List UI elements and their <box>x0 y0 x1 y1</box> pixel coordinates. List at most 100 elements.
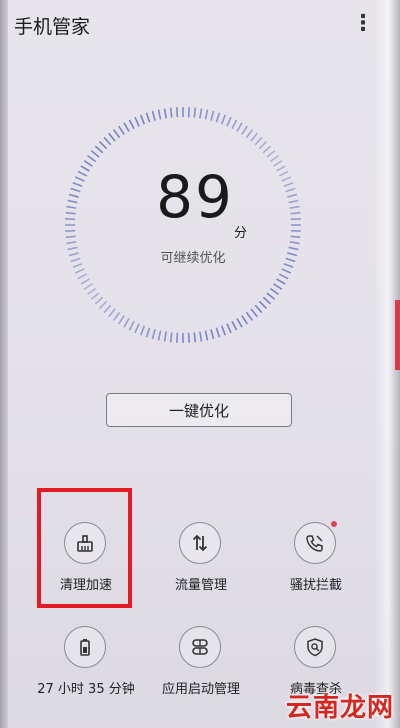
dial-tick <box>139 114 146 125</box>
dial-tick <box>241 315 248 325</box>
more-options-icon[interactable]: ⋮ <box>352 10 374 38</box>
dial-tick <box>98 300 108 310</box>
dial-tick <box>112 311 121 321</box>
dial-tick <box>258 140 268 150</box>
dial-tick <box>290 211 301 215</box>
dial-tick <box>163 331 167 342</box>
dial-tick <box>245 129 254 139</box>
dial-tick <box>288 199 299 204</box>
dial-tick <box>90 150 100 158</box>
dial-tick <box>80 278 90 285</box>
dial-tick <box>176 332 179 343</box>
dial-tick <box>66 241 77 245</box>
dial-tick <box>281 268 292 274</box>
dial-tick <box>283 262 294 269</box>
dial-tick <box>220 114 227 125</box>
dial-tick <box>108 308 116 318</box>
dial-tick <box>65 211 76 215</box>
dial-tick <box>83 283 93 290</box>
dial-tick <box>87 287 97 296</box>
dial-tick <box>70 187 81 193</box>
data-arrows-icon <box>179 522 221 564</box>
dial-tick <box>112 129 121 139</box>
dial-tick <box>278 273 289 280</box>
dial-tick <box>241 125 248 135</box>
score-caption: 可继续优化 <box>160 251 226 266</box>
tool-data-management[interactable]: 流量管理 <box>146 522 256 612</box>
dial-tick <box>134 323 140 334</box>
dial-tick <box>231 119 238 130</box>
screen-edge-left <box>0 0 8 728</box>
tool-label: 应用启动管理 <box>161 682 240 697</box>
dial-tick <box>204 109 209 120</box>
tool-app-launch-management[interactable]: 应用启动管理 <box>146 626 256 716</box>
dial-tick <box>87 154 97 163</box>
dial-tick <box>283 181 294 188</box>
score-unit: 分 <box>234 226 248 241</box>
dial-tick <box>254 304 263 314</box>
dial-tick <box>123 122 130 132</box>
dial-tick <box>276 278 286 285</box>
dial-tick <box>176 107 179 118</box>
dial-tick <box>169 332 173 343</box>
score-value: 89 <box>156 163 234 231</box>
dial-tick <box>65 229 76 232</box>
dial-tick <box>66 205 77 209</box>
dial-tick <box>215 327 221 338</box>
dial-tick <box>94 145 104 154</box>
app-title: 手机管家 <box>14 16 91 38</box>
dial-tick <box>266 292 276 300</box>
dial-tick <box>262 145 272 154</box>
dial-tick <box>151 329 156 340</box>
tool-harassment-block[interactable]: 骚扰拦截 <box>261 521 371 612</box>
dial-tick <box>80 165 90 172</box>
dial-tick <box>199 331 203 342</box>
dial-tick <box>98 140 108 150</box>
dial-tick <box>245 311 254 321</box>
edge-red-strip <box>395 300 400 370</box>
dial-tick <box>151 110 156 121</box>
dial-tick <box>193 332 197 343</box>
dial-tick <box>118 315 125 325</box>
dial-tick <box>83 160 93 167</box>
dial-tick <box>128 119 135 130</box>
dial-tick <box>231 320 238 331</box>
dial-tick <box>139 325 146 336</box>
dial-tick <box>108 132 116 142</box>
dial-tick <box>276 165 286 172</box>
dial-tick <box>187 107 190 118</box>
dial-tick <box>289 241 300 245</box>
dial-tick <box>269 154 279 163</box>
dial-tick <box>199 108 203 119</box>
dial-tick <box>118 125 125 135</box>
battery-icon <box>64 626 106 668</box>
dial-tick <box>226 116 232 127</box>
dial-tick <box>281 176 292 182</box>
dial-tick <box>74 268 85 274</box>
dial-tick <box>67 246 78 251</box>
tool-battery[interactable]: 27 小时 35 分钟 <box>31 626 141 716</box>
dial-tick <box>77 273 88 280</box>
dial-tick <box>145 112 151 123</box>
one-key-optimize-button[interactable]: 一键优化 <box>106 393 292 427</box>
phone-block-icon <box>294 522 336 564</box>
dial-tick <box>285 257 296 263</box>
dial-tick <box>187 332 190 343</box>
dial-tick <box>123 318 130 328</box>
dial-tick <box>90 292 100 300</box>
dial-tick <box>193 107 197 118</box>
virus-scan-icon <box>294 626 336 668</box>
dial-tick <box>290 218 301 221</box>
dial-tick <box>72 181 83 188</box>
dial-tick <box>236 318 243 328</box>
dial-tick <box>290 235 301 239</box>
dial-tick <box>250 308 258 318</box>
dial-tick <box>157 330 162 341</box>
dial-tick <box>210 329 215 340</box>
dial-tick <box>94 296 104 305</box>
tool-label: 流量管理 <box>174 578 227 593</box>
watermark-logo: 云南龙网 <box>285 693 394 723</box>
app-launch-icon <box>179 626 221 668</box>
dial-tick <box>258 300 268 310</box>
dial-tick <box>254 136 263 146</box>
